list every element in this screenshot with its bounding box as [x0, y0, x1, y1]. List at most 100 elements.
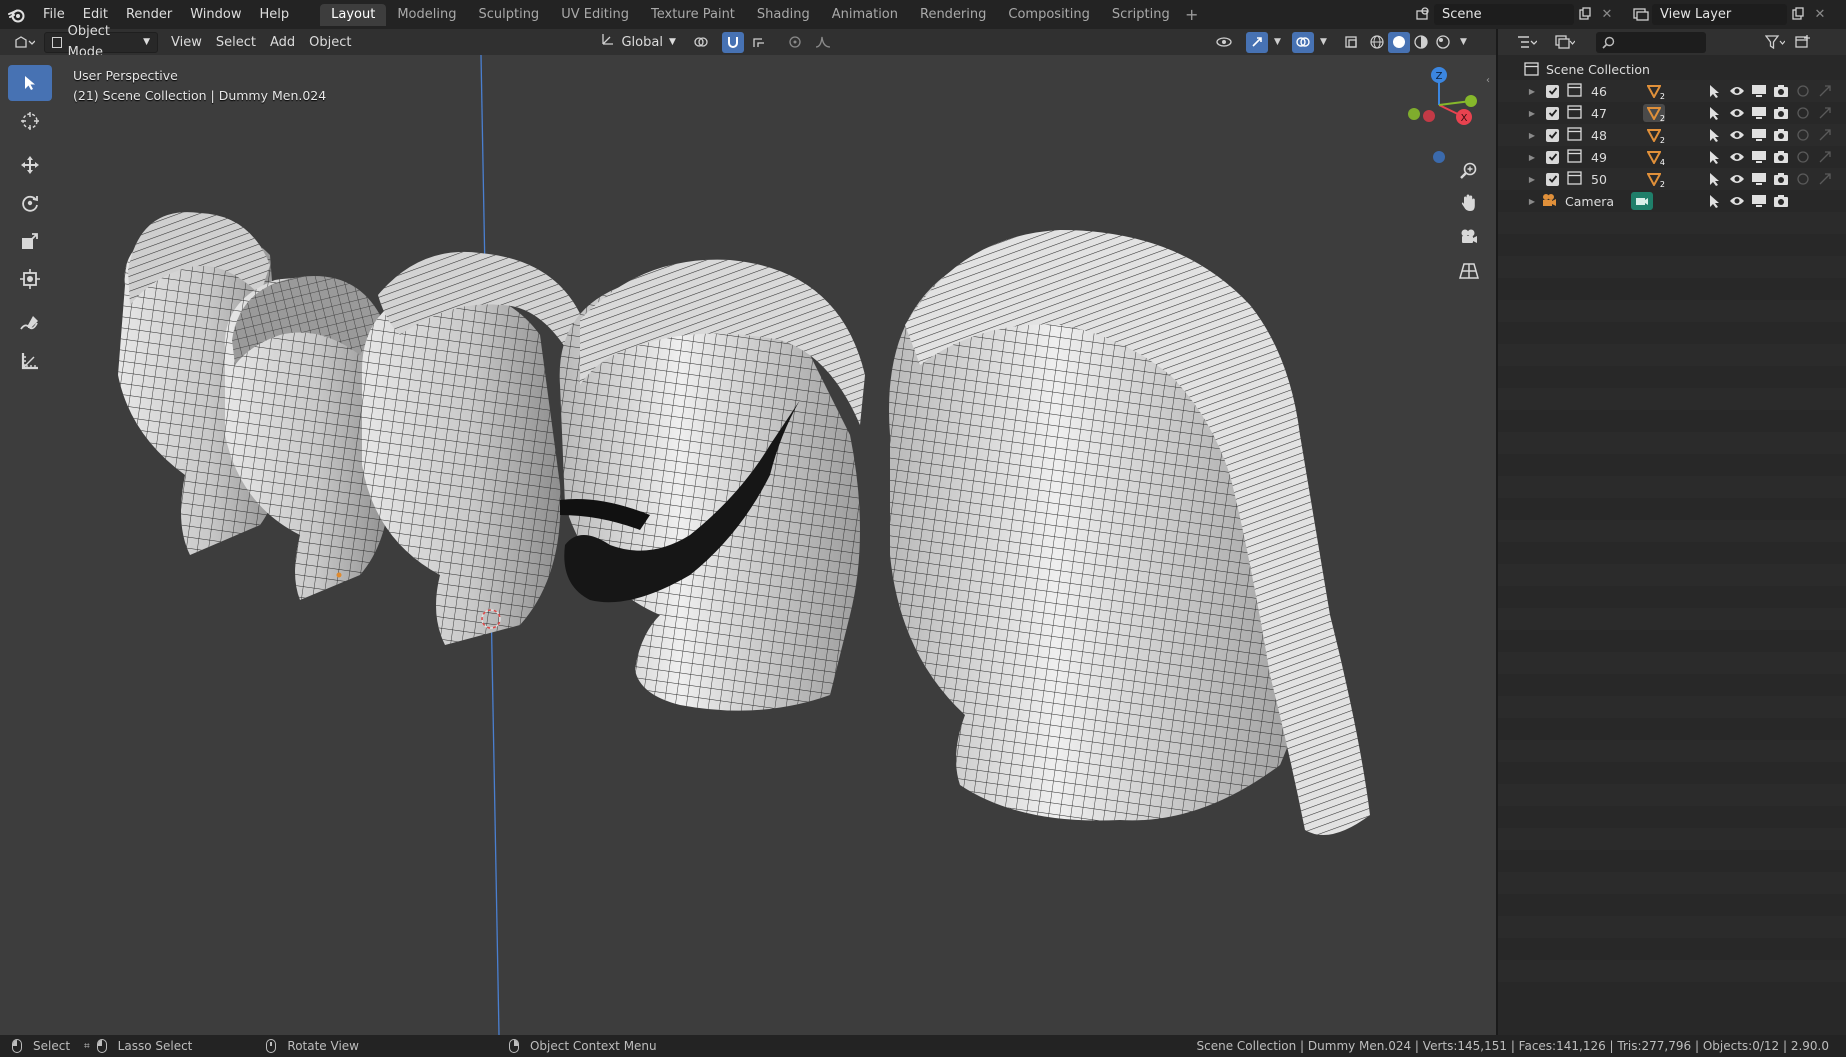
exclude-checkbox[interactable]	[1546, 128, 1559, 142]
solid-shading-icon[interactable]	[1388, 31, 1411, 53]
sidebar-toggle-icon[interactable]: ‹	[1486, 75, 1490, 86]
exclude-checkbox[interactable]	[1546, 84, 1559, 98]
visibility-eye-icon[interactable]	[1727, 148, 1746, 166]
transform-orientation-dropdown[interactable]: Global ▼	[594, 32, 678, 53]
snap-toggle-icon[interactable]	[722, 31, 745, 53]
cursor-tool-icon[interactable]	[8, 103, 52, 139]
toggle-perspective-icon[interactable]	[1455, 257, 1483, 285]
visibility-eye-icon[interactable]	[1727, 192, 1746, 210]
tab-modeling[interactable]: Modeling	[386, 4, 467, 26]
outliner-item-46[interactable]: ▶ 46 2	[1498, 80, 1846, 102]
visibility-eye-icon[interactable]	[1727, 126, 1746, 144]
exclude-checkbox[interactable]	[1546, 172, 1559, 186]
indirect-only-icon[interactable]	[1815, 148, 1834, 166]
viewport-disable-icon[interactable]	[1749, 82, 1768, 100]
transform-tool-icon[interactable]	[8, 261, 52, 297]
select-box-tool-icon[interactable]	[8, 65, 52, 101]
expand-arrow-icon[interactable]: ▶	[1526, 175, 1538, 184]
outliner-item-50[interactable]: ▶ 50 2	[1498, 168, 1846, 190]
pan-view-icon[interactable]	[1455, 189, 1483, 217]
snap-target-icon[interactable]	[744, 32, 778, 53]
camera-data-icon[interactable]	[1631, 192, 1653, 210]
indirect-only-icon[interactable]	[1815, 170, 1834, 188]
selectable-toggle-icon[interactable]	[1705, 82, 1724, 100]
display-mode-icon[interactable]	[1548, 32, 1582, 53]
scale-tool-icon[interactable]	[8, 223, 52, 259]
render-disable-icon[interactable]	[1771, 148, 1790, 166]
menu-help[interactable]: Help	[251, 4, 299, 26]
gizmo-neg-y-icon[interactable]	[1408, 108, 1420, 120]
pivot-point-icon[interactable]	[684, 32, 718, 53]
wireframe-shading-icon[interactable]	[1366, 32, 1388, 53]
chevron-down-icon[interactable]: ▼	[1268, 32, 1286, 53]
outliner-editor-type-icon[interactable]	[1510, 32, 1544, 53]
holdout-icon[interactable]	[1793, 104, 1812, 122]
delete-scene-icon[interactable]: ✕	[1596, 4, 1618, 25]
expand-arrow-icon[interactable]: ▶	[1526, 109, 1538, 118]
chevron-down-icon[interactable]: ▼	[1454, 32, 1472, 53]
render-disable-icon[interactable]	[1771, 170, 1790, 188]
render-disable-icon[interactable]	[1771, 82, 1790, 100]
overlays-toggle-icon[interactable]	[1292, 31, 1315, 53]
render-disable-icon[interactable]	[1771, 126, 1790, 144]
mesh-data-icon[interactable]: 4	[1643, 148, 1665, 167]
gizmo-toggle-icon[interactable]	[1246, 31, 1269, 53]
xray-toggle-icon[interactable]	[1340, 32, 1362, 53]
visibility-eye-icon[interactable]	[1727, 170, 1746, 188]
blender-logo-icon[interactable]	[0, 0, 34, 29]
expand-arrow-icon[interactable]: ▶	[1526, 131, 1538, 140]
zoom-view-icon[interactable]	[1455, 157, 1483, 185]
menu-add[interactable]: Add	[263, 32, 302, 53]
gizmo-neg-z-icon[interactable]	[1433, 151, 1445, 163]
chevron-down-icon[interactable]: ▼	[1314, 32, 1332, 53]
new-collection-icon[interactable]	[1792, 32, 1814, 53]
tab-layout[interactable]: Layout	[320, 3, 387, 26]
dummy-head-48[interactable]	[361, 251, 585, 645]
indirect-only-icon[interactable]	[1815, 104, 1834, 122]
mesh-data-icon[interactable]: 2	[1643, 170, 1665, 189]
outliner-item-camera[interactable]: ▶ Camera	[1498, 190, 1846, 212]
tab-compositing[interactable]: Compositing	[997, 4, 1101, 26]
tab-texture-paint[interactable]: Texture Paint	[640, 4, 746, 26]
new-view-layer-icon[interactable]	[1787, 4, 1809, 25]
dummy-head-50[interactable]	[889, 230, 1370, 835]
dummy-head-49[interactable]	[559, 259, 865, 711]
gizmo-y-axis-icon[interactable]	[1465, 95, 1477, 107]
expand-arrow-icon[interactable]: ▶	[1526, 153, 1538, 162]
tab-sculpting[interactable]: Sculpting	[467, 4, 550, 26]
expand-arrow-icon[interactable]: ▶	[1526, 87, 1538, 96]
mesh-data-icon[interactable]: 2	[1643, 126, 1665, 145]
mode-dropdown[interactable]: Object Mode ▼	[44, 24, 158, 60]
camera-view-icon[interactable]	[1455, 223, 1483, 251]
menu-window[interactable]: Window	[181, 4, 250, 26]
material-shading-icon[interactable]	[1410, 32, 1432, 53]
measure-tool-icon[interactable]	[8, 343, 52, 379]
view-object-types-icon[interactable]	[1208, 32, 1242, 53]
selectable-toggle-icon[interactable]	[1705, 126, 1724, 144]
gizmo-neg-x-icon[interactable]	[1423, 110, 1435, 122]
delete-view-layer-icon[interactable]: ✕	[1809, 4, 1831, 25]
filter-icon[interactable]	[1758, 32, 1792, 53]
selectable-toggle-icon[interactable]	[1705, 104, 1724, 122]
editor-type-icon[interactable]	[4, 32, 44, 53]
view-layer-type-icon[interactable]	[1630, 4, 1652, 25]
outliner-search-input[interactable]	[1596, 31, 1706, 53]
holdout-icon[interactable]	[1793, 126, 1812, 144]
annotate-tool-icon[interactable]	[8, 305, 52, 341]
render-disable-icon[interactable]	[1771, 104, 1790, 122]
viewport-disable-icon[interactable]	[1749, 170, 1768, 188]
proportional-edit-icon[interactable]	[784, 32, 806, 53]
menu-view[interactable]: View	[164, 32, 209, 53]
visibility-eye-icon[interactable]	[1727, 82, 1746, 100]
tab-scripting[interactable]: Scripting	[1101, 4, 1181, 26]
expand-arrow-icon[interactable]: ▶	[1526, 197, 1538, 206]
outliner-item-49[interactable]: ▶ 49 4	[1498, 146, 1846, 168]
viewport-disable-icon[interactable]	[1749, 148, 1768, 166]
indirect-only-icon[interactable]	[1815, 126, 1834, 144]
outliner-item-48[interactable]: ▶ 48 2	[1498, 124, 1846, 146]
indirect-only-icon[interactable]	[1815, 82, 1834, 100]
rendered-shading-icon[interactable]	[1432, 32, 1454, 53]
move-tool-icon[interactable]	[8, 147, 52, 183]
holdout-icon[interactable]	[1793, 148, 1812, 166]
tab-shading[interactable]: Shading	[746, 4, 821, 26]
